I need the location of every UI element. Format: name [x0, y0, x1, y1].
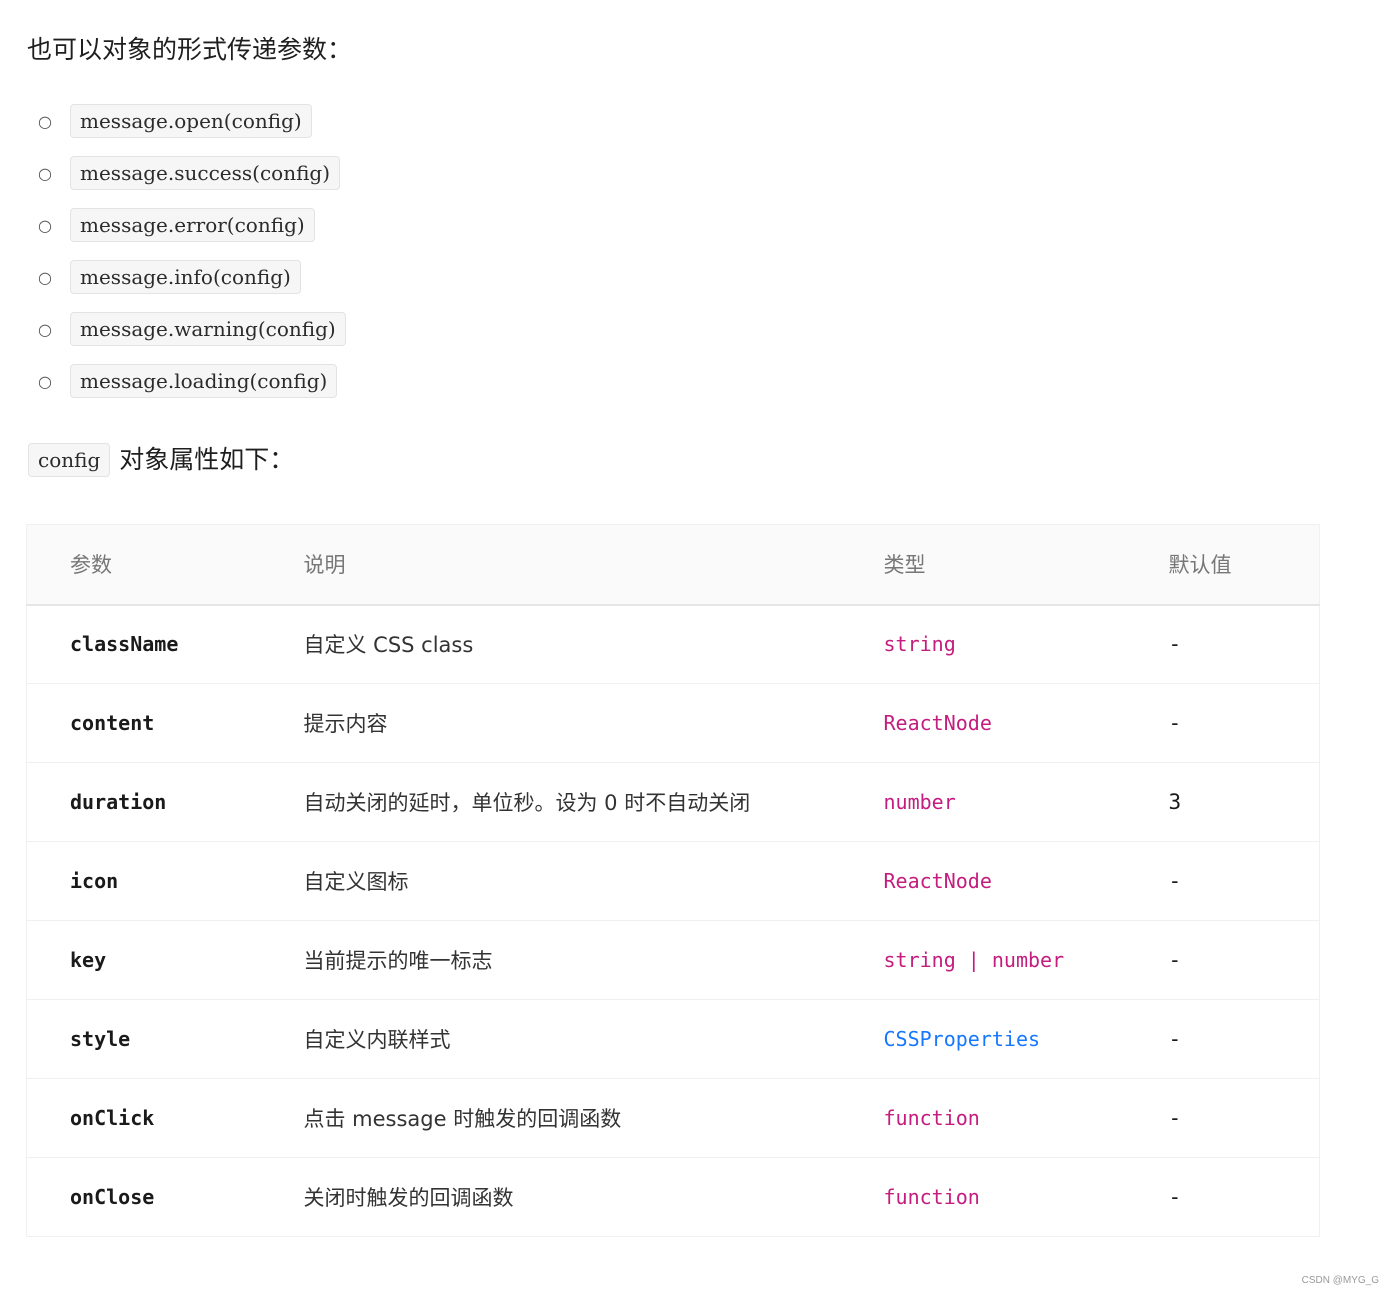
prop-type: function — [883, 1185, 980, 1209]
prop-description: 提示内容 — [303, 683, 884, 763]
prop-description: 自定义图标 — [303, 841, 884, 921]
circle-bullet-icon: ○ — [38, 268, 52, 287]
watermark: CSDN @MYG_G — [1301, 1275, 1379, 1286]
list-item: ○ message.info(config) — [36, 260, 346, 312]
prop-type-cell: ReactNode — [883, 841, 1169, 921]
prop-type-link[interactable]: CSSProperties — [884, 1027, 1041, 1051]
method-code: message.open(config) — [70, 104, 312, 138]
prop-type-cell: string — [883, 604, 1169, 684]
prop-type: ReactNode — [883, 711, 992, 735]
prop-type: string | number — [883, 948, 1065, 972]
table-row: style 自定义内联样式 CSSProperties - — [26, 999, 1320, 1079]
prop-description: 自定义 CSS class — [303, 604, 884, 684]
table-row: duration 自动关闭的延时，单位秒。设为 0 时不自动关闭 number … — [26, 762, 1320, 842]
prop-type-cell: string | number — [883, 920, 1169, 1000]
prop-name-cell: className — [26, 604, 304, 684]
method-code: message.info(config) — [70, 260, 301, 294]
prop-name: className — [70, 632, 179, 657]
prop-default: - — [1168, 841, 1320, 921]
prop-name-cell: content — [26, 683, 304, 763]
prop-description: 当前提示的唯一标志 — [303, 920, 884, 1000]
prop-type: string — [883, 632, 956, 657]
header-type: 类型 — [883, 524, 1169, 606]
prop-type-cell: ReactNode — [883, 683, 1169, 763]
prop-type-cell: number — [883, 762, 1169, 842]
prop-type-cell: function — [883, 1078, 1169, 1158]
prop-name: onClick — [70, 1106, 155, 1130]
method-code: message.success(config) — [70, 156, 341, 190]
prop-type-cell: CSSProperties — [883, 999, 1169, 1079]
prop-type-cell: function — [884, 1158, 1169, 1237]
prop-default: - — [1168, 683, 1320, 763]
prop-default: - — [1168, 604, 1320, 684]
prop-name-cell: style — [26, 999, 304, 1079]
prop-default: - — [1168, 999, 1320, 1079]
prop-name-cell: duration — [26, 762, 304, 842]
list-item: ○ message.open(config) — [36, 104, 346, 156]
list-item: ○ message.warning(config) — [36, 312, 346, 364]
header-default: 默认值 — [1168, 524, 1320, 606]
method-list: ○ message.open(config) ○ message.success… — [36, 104, 346, 416]
circle-bullet-icon: ○ — [38, 320, 52, 339]
circle-bullet-icon: ○ — [38, 372, 52, 391]
prop-default: - — [1168, 920, 1320, 1000]
prop-name-cell: onClose — [27, 1158, 304, 1237]
list-item: ○ message.success(config) — [36, 156, 346, 208]
prop-name: key — [70, 948, 107, 972]
intro-text: 也可以对象的形式传递参数： — [27, 35, 353, 64]
header-param: 参数 — [26, 524, 304, 606]
table-row: key 当前提示的唯一标志 string | number - — [26, 920, 1320, 1000]
prop-type: ReactNode — [883, 869, 992, 893]
table-header-row: 参数 说明 类型 默认值 — [26, 524, 1320, 606]
table-row: content 提示内容 ReactNode - — [26, 683, 1320, 763]
prop-description: 自动关闭的延时，单位秒。设为 0 时不自动关闭 — [303, 762, 884, 842]
list-item: ○ message.loading(config) — [36, 364, 346, 416]
prop-type: number — [883, 790, 956, 814]
method-code: message.warning(config) — [70, 312, 346, 346]
prop-type: function — [883, 1106, 980, 1130]
prop-name: content — [70, 711, 155, 735]
prop-description: 自定义内联样式 — [303, 999, 884, 1079]
prop-name-cell: key — [26, 920, 304, 1000]
prop-default: - — [1168, 1185, 1182, 1209]
table-row: onClick 点击 message 时触发的回调函数 function - — [26, 1078, 1320, 1158]
circle-bullet-icon: ○ — [38, 112, 52, 131]
circle-bullet-icon: ○ — [38, 216, 52, 235]
prop-name: style — [70, 1027, 131, 1051]
prop-description: 关闭时触发的回调函数 — [303, 1186, 514, 1210]
method-code: message.error(config) — [70, 208, 315, 242]
table-row: className 自定义 CSS class string - — [26, 604, 1320, 684]
config-heading-text: 对象属性如下： — [119, 445, 295, 474]
prop-name-cell: onClick — [26, 1078, 304, 1158]
prop-name: duration — [70, 790, 167, 814]
config-props-table: 参数 说明 类型 默认值 className 自定义 CSS class str… — [26, 524, 1320, 1237]
circle-bullet-icon: ○ — [38, 164, 52, 183]
table-row: icon 自定义图标 ReactNode - — [26, 841, 1320, 921]
table-row: onClose 关闭时触发的回调函数 function - — [27, 1158, 1320, 1237]
method-code: message.loading(config) — [70, 364, 338, 398]
list-item: ○ message.error(config) — [36, 208, 346, 260]
prop-name: onClose — [70, 1185, 155, 1209]
prop-name-cell: icon — [26, 841, 304, 921]
prop-description: 点击 message 时触发的回调函数 — [303, 1078, 884, 1158]
prop-default: - — [1168, 1078, 1320, 1158]
prop-default: 3 — [1168, 762, 1320, 842]
config-heading: config 对象属性如下： — [28, 443, 294, 477]
config-code: config — [28, 443, 111, 477]
prop-name: icon — [70, 869, 119, 893]
header-description: 说明 — [303, 524, 884, 606]
